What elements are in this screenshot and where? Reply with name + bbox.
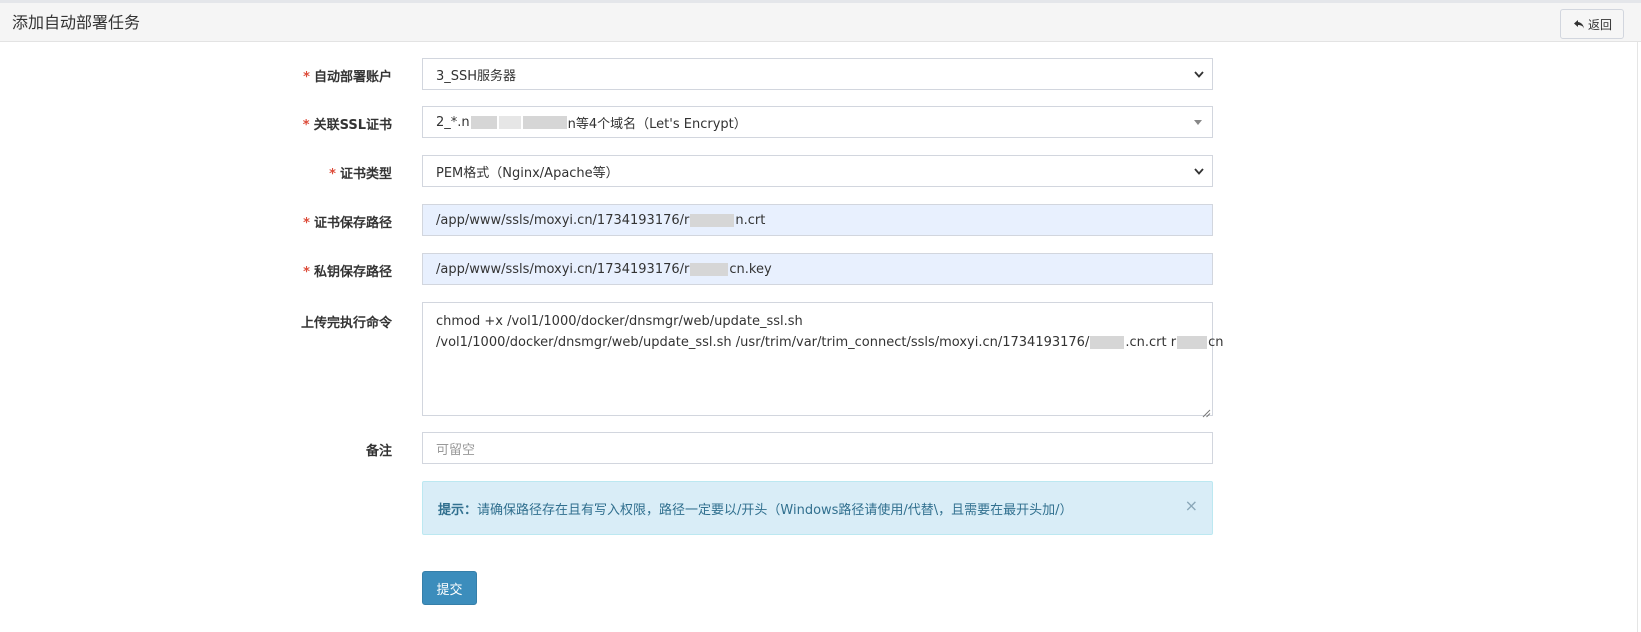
- field-label: * 证书保存路径: [303, 216, 392, 231]
- field-label: * 证书类型: [329, 167, 392, 182]
- form-row-command: 上传完执行命令 chmod +x /vol1/1000/docker/dnsmg…: [0, 302, 1641, 418]
- command-line-1: chmod +x /vol1/1000/docker/dnsmgr/web/up…: [436, 314, 803, 329]
- note-input-placeholder: 可留空: [436, 442, 476, 458]
- form-row-cert-type: * 证书类型 PEM格式（Nginx/Apache等）: [0, 155, 1641, 187]
- certificate-value-suffix: n等4个域名（Let's Encrypt）: [567, 116, 747, 132]
- field-label: 备注: [365, 444, 392, 459]
- chevron-down-icon: [1194, 166, 1204, 176]
- cert-path-input[interactable]: /app/www/ssls/moxyi.cn/1734193176/r n.cr…: [422, 204, 1213, 236]
- redacted-text: [1177, 336, 1208, 349]
- field-label: * 自动部署账户: [303, 70, 392, 85]
- tip-alert-text: 请确保路径存在且有写入权限，路径一定要以/开头（Windows路径请使用/代替\…: [477, 502, 1073, 518]
- command-line-2-mid: .cn.crt r: [1125, 335, 1177, 350]
- redacted-text: [498, 115, 521, 129]
- note-input[interactable]: 可留空: [422, 432, 1213, 464]
- page: 添加自动部署任务 返回 * 自动部署账户 3_SSH服务器 * 关联SSL证书 2_…: [0, 0, 1641, 632]
- redacted-text: [690, 262, 729, 276]
- cert-type-select-value: PEM格式（Nginx/Apache等）: [436, 165, 619, 181]
- page-header: 添加自动部署任务 返回: [0, 0, 1641, 42]
- required-mark: *: [303, 70, 310, 85]
- redacted-text: [1090, 336, 1125, 349]
- form-row-cert-path: * 证书保存路径 /app/www/ssls/moxyi.cn/173419317…: [0, 204, 1641, 236]
- field-label: * 私钥保存路径: [303, 265, 392, 280]
- required-mark: *: [329, 167, 336, 182]
- redacted-text: [522, 115, 567, 129]
- page-title: 添加自动部署任务: [12, 13, 141, 32]
- cert-path-value-prefix: /app/www/ssls/moxyi.cn/1734193176/r: [436, 212, 690, 228]
- tip-alert-title: 提示：: [438, 502, 478, 518]
- account-select-value: 3_SSH服务器: [436, 68, 517, 84]
- cert-type-select[interactable]: PEM格式（Nginx/Apache等）: [422, 155, 1213, 187]
- cert-path-value-suffix: n.crt: [735, 212, 766, 228]
- form-row-certificate: * 关联SSL证书 2_*.n n等4个域名（Let's Encrypt）: [0, 106, 1641, 138]
- redacted-text: [690, 213, 735, 227]
- certificate-select[interactable]: 2_*.n n等4个域名（Let's Encrypt）: [422, 106, 1213, 138]
- required-mark: *: [303, 265, 310, 280]
- form-row-key-path: * 私钥保存路径 /app/www/ssls/moxyi.cn/173419317…: [0, 253, 1641, 285]
- field-label: * 关联SSL证书: [302, 118, 392, 133]
- form-row-account: * 自动部署账户 3_SSH服务器: [0, 58, 1641, 90]
- tip-alert: 提示： 请确保路径存在且有写入权限，路径一定要以/开头（Windows路径请使用…: [422, 481, 1213, 535]
- back-button-label: 返回: [1587, 17, 1612, 32]
- account-select[interactable]: 3_SSH服务器: [422, 58, 1213, 90]
- certificate-value-prefix: 2_*.n: [436, 114, 470, 130]
- key-path-input[interactable]: /app/www/ssls/moxyi.cn/1734193176/r cn.k…: [422, 253, 1213, 285]
- command-textarea[interactable]: chmod +x /vol1/1000/docker/dnsmgr/web/up…: [422, 302, 1223, 418]
- command-line-2-prefix: /vol1/1000/docker/dnsmgr/web/update_ssl.…: [436, 335, 1090, 350]
- key-path-value-suffix: cn.key: [729, 261, 772, 277]
- reply-arrow-icon: [1572, 17, 1586, 31]
- command-line-2-suffix: cn: [1208, 335, 1224, 350]
- chevron-down-icon: [1194, 69, 1204, 79]
- redacted-text: [470, 115, 497, 129]
- required-mark: *: [302, 118, 310, 133]
- form-row-note: 备注 可留空: [0, 432, 1641, 464]
- required-mark: *: [303, 216, 310, 231]
- resize-grip-icon[interactable]: [1201, 404, 1211, 418]
- back-button[interactable]: 返回: [1560, 9, 1624, 39]
- caret-down-icon: [1194, 120, 1202, 125]
- close-icon[interactable]: ×: [1185, 498, 1198, 514]
- submit-button[interactable]: 提交: [422, 571, 477, 605]
- command-line-2: /vol1/1000/docker/dnsmgr/web/update_ssl.…: [436, 332, 1223, 353]
- key-path-value-prefix: /app/www/ssls/moxyi.cn/1734193176/r: [436, 261, 690, 277]
- field-label: 上传完执行命令: [300, 316, 392, 331]
